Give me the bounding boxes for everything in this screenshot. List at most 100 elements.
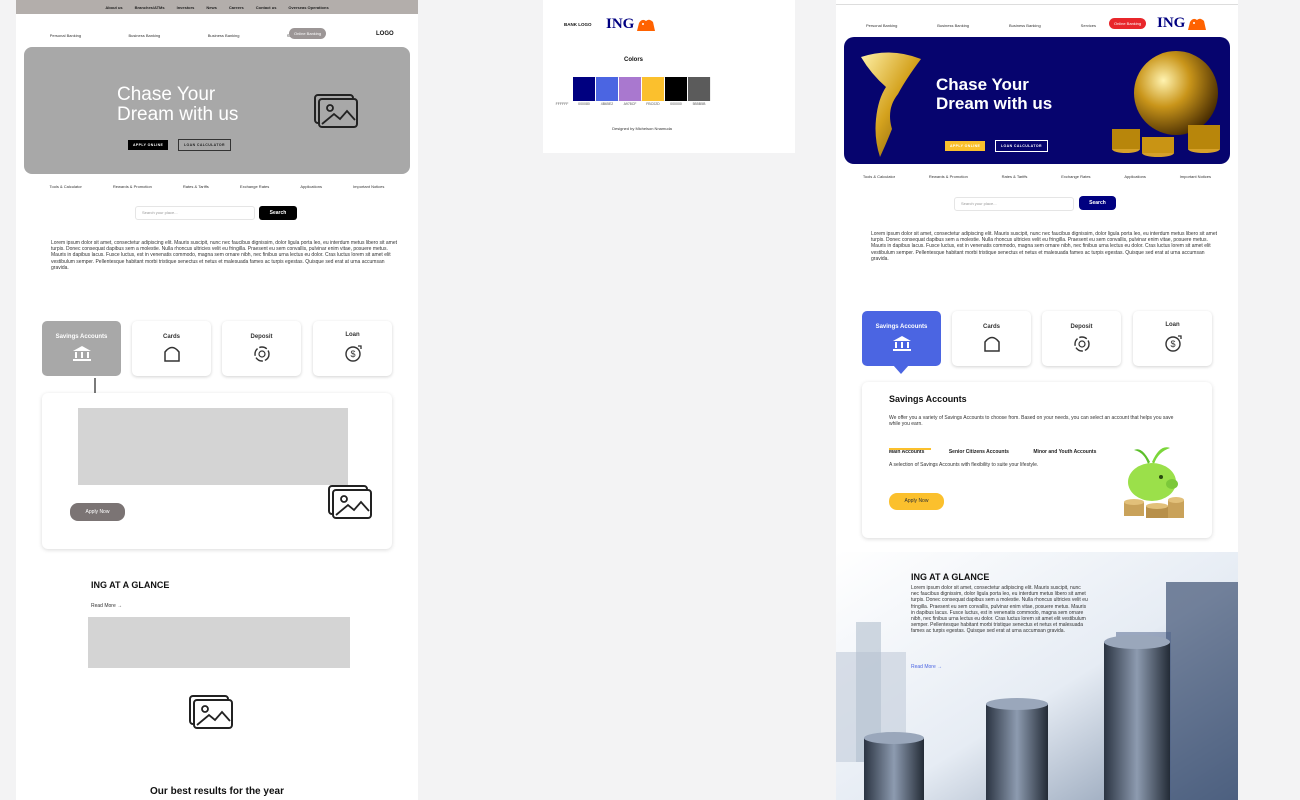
hifi-artboard: Personal Banking Business Banking Busine… — [836, 0, 1238, 800]
link-rewards[interactable]: Rewards & Promotion — [929, 174, 968, 179]
product-card-cards[interactable]: Cards — [132, 321, 211, 376]
top-nav-link[interactable]: Branches/ATMs — [135, 5, 165, 10]
top-utility-nav: About us Branches/ATMs Investors News Ca… — [16, 0, 418, 14]
search-input[interactable]: Search your place... — [135, 206, 255, 220]
link-tools[interactable]: Tools & Calculator — [50, 184, 82, 189]
nav-personal-banking[interactable]: Personal Banking — [50, 33, 81, 38]
link-exchange[interactable]: Exchange Rates — [1061, 174, 1090, 179]
product-label: Loan — [1165, 322, 1180, 328]
product-detail-panel: Apply Now — [42, 393, 392, 549]
hero-title-line2: Dream with us — [936, 94, 1053, 113]
intro-paragraph: Lorem ipsum dolor sit amet, consectetur … — [871, 231, 1217, 262]
read-more-link[interactable]: Read More → — [911, 664, 942, 670]
product-card-deposit[interactable]: Deposit — [1042, 311, 1121, 366]
wallet-icon — [983, 336, 1000, 352]
color-swatch — [573, 77, 595, 101]
apply-online-button[interactable]: APPLY ONLINE — [128, 140, 169, 150]
tab-description: A selection of Savings Accounts with fle… — [889, 462, 1039, 468]
style-guide-artboard: BANK LOGO ING Colors FFFFFF 000080 4B65E… — [543, 0, 795, 153]
link-applications[interactable]: Applications — [300, 184, 322, 189]
link-rates[interactable]: Rates & Tariffs — [183, 184, 209, 189]
link-rewards[interactable]: Rewards & Promotion — [113, 184, 152, 189]
search-input[interactable]: Search your place... — [954, 197, 1074, 211]
svg-text:$: $ — [1170, 339, 1175, 349]
read-more-link[interactable]: Read More → — [91, 603, 122, 609]
product-label: Savings Accounts — [875, 324, 928, 330]
product-label: Deposit — [250, 334, 273, 340]
color-swatch — [665, 77, 687, 101]
apply-online-button[interactable]: APPLY ONLINE — [945, 141, 986, 151]
arrow-right-icon: → — [117, 603, 123, 609]
tab-senior-citizens[interactable]: Senior Citizens Accounts — [949, 449, 1009, 455]
online-banking-button[interactable]: Online Banking — [1109, 18, 1147, 29]
product-card-cards[interactable]: Cards — [952, 311, 1031, 366]
nav-business-banking[interactable]: Business Banking — [128, 33, 160, 38]
color-swatch — [642, 77, 664, 101]
top-nav-link[interactable]: Careers — [229, 5, 244, 10]
product-card-loan[interactable]: Loan $ — [313, 321, 392, 376]
product-card-savings[interactable]: Savings Accounts — [862, 311, 941, 366]
wallet-icon — [163, 346, 180, 362]
piggy-bank-image — [1124, 447, 1184, 518]
image-placeholder-icon — [328, 485, 372, 519]
best-results-heading: Our best results for the year — [150, 786, 284, 797]
bank-logo-label: BANK LOGO — [564, 22, 592, 27]
brand-wordmark: ING — [1157, 15, 1186, 31]
link-rates[interactable]: Rates & Tariffs — [1002, 174, 1028, 179]
top-nav-link[interactable]: Contact us — [256, 5, 277, 10]
product-label: Deposit — [1070, 324, 1093, 330]
savings-title: Savings Accounts — [889, 394, 967, 404]
hero-title-line1: Chase Your — [117, 84, 216, 105]
wireframe-artboard: About us Branches/ATMs Investors News Ca… — [16, 0, 418, 800]
glance-title: ING AT A GLANCE — [911, 572, 990, 582]
nav-business-banking-2[interactable]: Business Banking — [1009, 23, 1041, 28]
color-swatch — [619, 77, 641, 101]
category-links: Tools & Calculator Rewards & Promotion R… — [846, 174, 1228, 179]
deposit-icon — [253, 346, 270, 362]
link-tools[interactable]: Tools & Calculator — [863, 174, 895, 179]
glance-title: ING AT A GLANCE — [91, 580, 170, 590]
nav-personal-banking[interactable]: Personal Banking — [866, 23, 897, 28]
glance-paragraph: Lorem ipsum dolor sit amet, consectetur … — [911, 585, 1088, 635]
logo-placeholder: LOGO — [376, 31, 394, 37]
hero-title-line1: Chase Your — [936, 75, 1029, 94]
loan-calculator-button[interactable]: LOAN CALCULATOR — [178, 139, 231, 151]
product-label: Cards — [162, 334, 180, 340]
online-banking-button[interactable]: Online Banking — [289, 28, 327, 39]
nav-business-banking-2[interactable]: Business Banking — [208, 33, 240, 38]
top-divider — [836, 4, 1238, 5]
top-nav-link[interactable]: Investors — [177, 5, 195, 10]
product-card-deposit[interactable]: Deposit — [222, 321, 301, 376]
color-code: 4B65E2 — [600, 102, 614, 106]
color-swatch — [688, 77, 710, 101]
search-button[interactable]: Search — [259, 206, 297, 220]
product-card-loan[interactable]: Loan $ — [1133, 311, 1212, 366]
search-button[interactable]: Search — [1079, 196, 1116, 210]
svg-text:$: $ — [350, 349, 355, 359]
link-notices[interactable]: Important Notices — [353, 184, 384, 189]
top-nav-link[interactable]: About us — [105, 5, 122, 10]
top-nav-link[interactable]: Overseas Operations — [288, 5, 328, 10]
nav-business-banking[interactable]: Business Banking — [937, 23, 969, 28]
active-tab-underline — [889, 448, 931, 450]
link-notices[interactable]: Important Notices — [1180, 174, 1211, 179]
main-nav: Personal Banking Business Banking Busine… — [846, 18, 1116, 32]
nav-services[interactable]: Services — [1081, 23, 1096, 28]
caret-down-icon — [893, 365, 909, 374]
link-applications[interactable]: Applications — [1124, 174, 1146, 179]
bank-icon — [72, 346, 91, 361]
content-placeholder — [78, 408, 348, 485]
loan-dollar-icon: $ — [344, 345, 362, 362]
product-card-savings[interactable]: Savings Accounts — [42, 321, 121, 376]
apply-now-button[interactable]: Apply Now — [70, 503, 125, 521]
loan-calculator-button[interactable]: LOAN CALCULATOR — [995, 140, 1048, 152]
apply-now-button[interactable]: Apply Now — [889, 493, 944, 510]
tab-main-accounts[interactable]: Main Accounts — [889, 449, 924, 455]
lion-icon — [637, 19, 656, 31]
link-exchange[interactable]: Exchange Rates — [240, 184, 269, 189]
brand-wordmark: ING — [606, 16, 635, 32]
tab-minor-youth[interactable]: Minor and Youth Accounts — [1033, 449, 1096, 455]
savings-description: We offer you a variety of Savings Accoun… — [889, 415, 1174, 428]
top-nav-link[interactable]: News — [206, 5, 216, 10]
loan-dollar-icon: $ — [1164, 335, 1182, 352]
